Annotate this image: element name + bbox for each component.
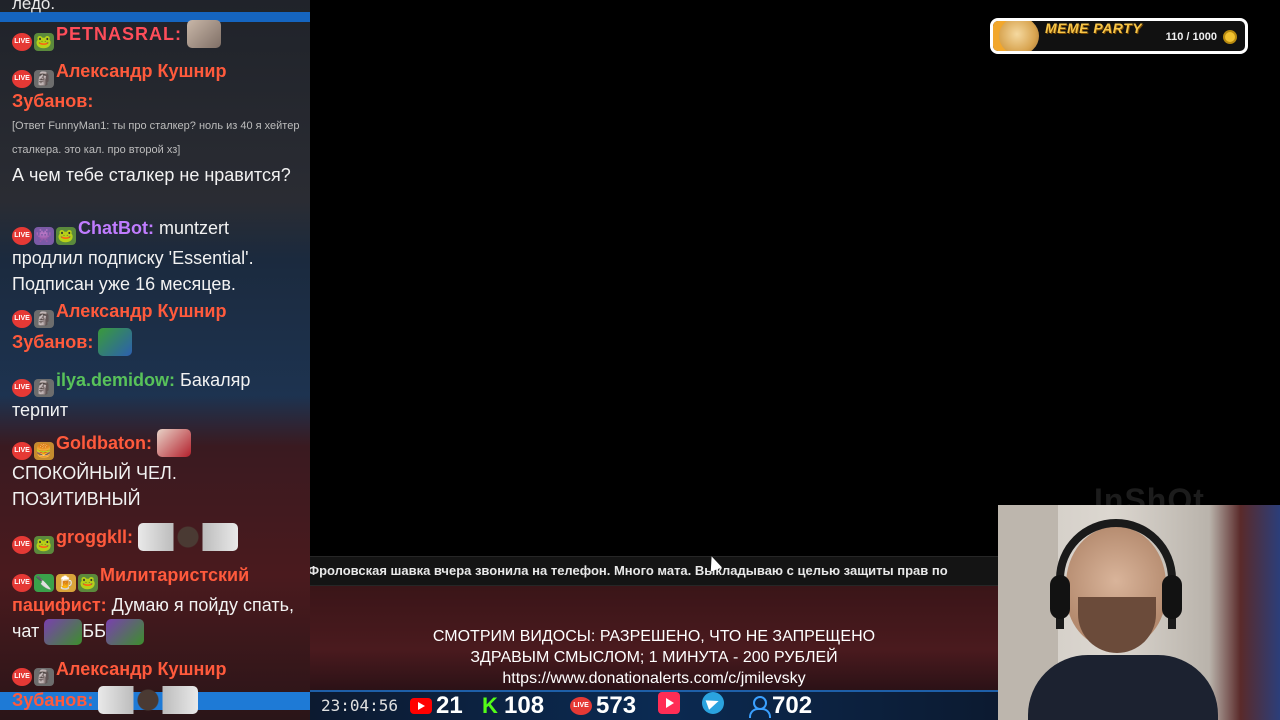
chat-message: LIVE 👾 🐸 ChatBot: muntzert продлил подпи… (12, 215, 304, 297)
vk-live-viewers-count: 573 (596, 692, 637, 719)
chat-message: LIVE 🍔 Goldbaton: СПОКОЙНЫЙ ЧЕЛ. ПОЗИТИВ… (12, 429, 304, 512)
user-icon (748, 695, 771, 718)
live-badge-icon: LIVE (12, 310, 32, 328)
kick-icon: K (482, 693, 498, 718)
globe-sticker-icon (98, 328, 133, 356)
chat-message: LIVE 🗿 Александр Кушнир Зубанов: [Ответ … (12, 58, 304, 188)
telegram-link[interactable] (702, 692, 724, 714)
face-sticker-icon (187, 20, 222, 48)
badges: LIVE 🗿 (12, 379, 54, 397)
youtube-viewers-count: 21 (436, 692, 463, 719)
chat-nick[interactable]: ChatBot: (78, 218, 154, 238)
play-link[interactable] (658, 692, 680, 714)
meme-party-title: MEME PARTY (1045, 20, 1143, 36)
chat-cut-line: ледо. (12, 0, 56, 13)
kick-viewers: K 108 (482, 692, 544, 720)
youtube-viewers: 21 (410, 692, 463, 720)
live-badge-icon: LIVE (12, 574, 32, 592)
badges: LIVE 🗿 (12, 70, 54, 88)
live-badge-icon: LIVE (12, 227, 32, 245)
burger-emote-icon: 🍔 (34, 442, 54, 460)
angel-wings-sticker-icon (98, 686, 199, 714)
live-badge-icon: LIVE (12, 536, 32, 554)
frog-emote-icon: 🐸 (56, 227, 76, 245)
frog-sticker-icon (105, 619, 144, 645)
chat-text-trail: ББ (82, 621, 106, 641)
chat-text: А чем тебе сталкер не нравится? (12, 165, 291, 185)
rules-line-1: СМОТРИМ ВИДОСЫ: РАЗРЕШЕНО, ЧТО НЕ ЗАПРЕЩ… (432, 628, 876, 645)
frog-emote-icon: 🐸 (34, 536, 54, 554)
knife-emote-icon: 🔪 (34, 574, 54, 592)
chat-message: LIVE 🗿 Александр Кушнир Зубанов: (12, 298, 304, 356)
youtube-icon (410, 698, 432, 714)
beer-emote-icon: 🍺 (56, 574, 76, 592)
badges: LIVE 🔪 🍺 🐸 (12, 574, 98, 592)
face-emote-icon: 🗿 (34, 70, 54, 88)
headset-earcup-left (1050, 575, 1070, 619)
robot-emote-icon: 👾 (34, 227, 54, 245)
red-sticker-icon (157, 429, 191, 457)
webcam-feed (998, 505, 1280, 720)
chat-nick[interactable]: PETNASRAL: (56, 24, 182, 44)
news-ticker: Фроловская шавка вчера звонила на телефо… (310, 556, 998, 586)
face-emote-icon: 🗿 (34, 379, 54, 397)
stream-clock: 23:04:56 (321, 696, 399, 715)
chat-message: LIVE 🗿 Александр Кушнир Зубанов: (12, 656, 304, 714)
live-badge-icon: LIVE (570, 697, 592, 715)
badges: LIVE 👾 🐸 (12, 227, 76, 245)
chat-nick[interactable]: ilya.demidow: (56, 370, 175, 390)
frog-emote-icon: 🐸 (34, 33, 54, 51)
chat-message: LIVE 🐸 PETNASRAL: (12, 20, 304, 51)
doge-icon (999, 21, 1039, 51)
vk-live-viewers: LIVE 573 (570, 692, 636, 720)
frog-sticker-icon (44, 619, 83, 645)
frog-emote-icon: 🐸 (78, 574, 98, 592)
meme-progress-text: 110 / 1000 (1165, 31, 1217, 43)
total-viewers: 702 (748, 692, 812, 720)
coin-icon (1223, 30, 1237, 44)
headset-earcup-right (1162, 575, 1182, 619)
kick-viewers-count: 108 (504, 692, 545, 719)
chat-message: LIVE 🗿 ilya.demidow: Бакаляр терпит (12, 367, 304, 423)
live-badge-icon: LIVE (12, 33, 32, 51)
live-badge-icon: LIVE (12, 70, 32, 88)
telegram-icon[interactable] (702, 692, 724, 714)
chat-nick[interactable]: Goldbaton: (56, 433, 152, 453)
badges: LIVE 🐸 (12, 536, 54, 554)
reply-quote: [Ответ FunnyMan1: ты про сталкер? ноль и… (12, 120, 300, 156)
play-icon[interactable] (658, 692, 680, 714)
live-badge-icon: LIVE (12, 442, 32, 460)
badges: LIVE 🍔 (12, 442, 54, 460)
webcam-person-body (1028, 655, 1218, 720)
angel-wings-sticker-icon (138, 523, 239, 551)
total-viewers-count: 702 (772, 692, 813, 719)
face-emote-icon: 🗿 (34, 668, 54, 686)
live-badge-icon: LIVE (12, 668, 32, 686)
live-badge-icon: LIVE (12, 379, 32, 397)
chat-text: СПОКОЙНЫЙ ЧЕЛ. ПОЗИТИВНЫЙ (12, 463, 177, 509)
chat-panel: ледо. LIVE 🐸 PETNASRAL: LIVE 🗿 Александр… (0, 0, 310, 720)
chat-message: LIVE 🐸 groggkll: (12, 523, 304, 554)
face-emote-icon: 🗿 (34, 310, 54, 328)
headset-icon (1056, 519, 1176, 629)
chat-nick[interactable]: groggkll: (56, 527, 133, 547)
ticker-text: Фроловская шавка вчера звонила на телефо… (310, 563, 948, 578)
meme-party-widget: MEME PARTY 110 / 1000 (990, 18, 1248, 54)
badges: LIVE 🐸 (12, 33, 54, 51)
rules-line-2: ЗДРАВЫМ СМЫСЛОМ; 1 МИНУТА - 200 РУБЛЕЙ (470, 649, 838, 666)
donation-link[interactable]: https://www.donationalerts.com/c/jmilevs… (310, 670, 998, 688)
chat-message: LIVE 🔪 🍺 🐸 Милитаристский пацифист: Дума… (12, 562, 304, 645)
badges: LIVE 🗿 (12, 310, 54, 328)
badges: LIVE 🗿 (12, 668, 54, 686)
